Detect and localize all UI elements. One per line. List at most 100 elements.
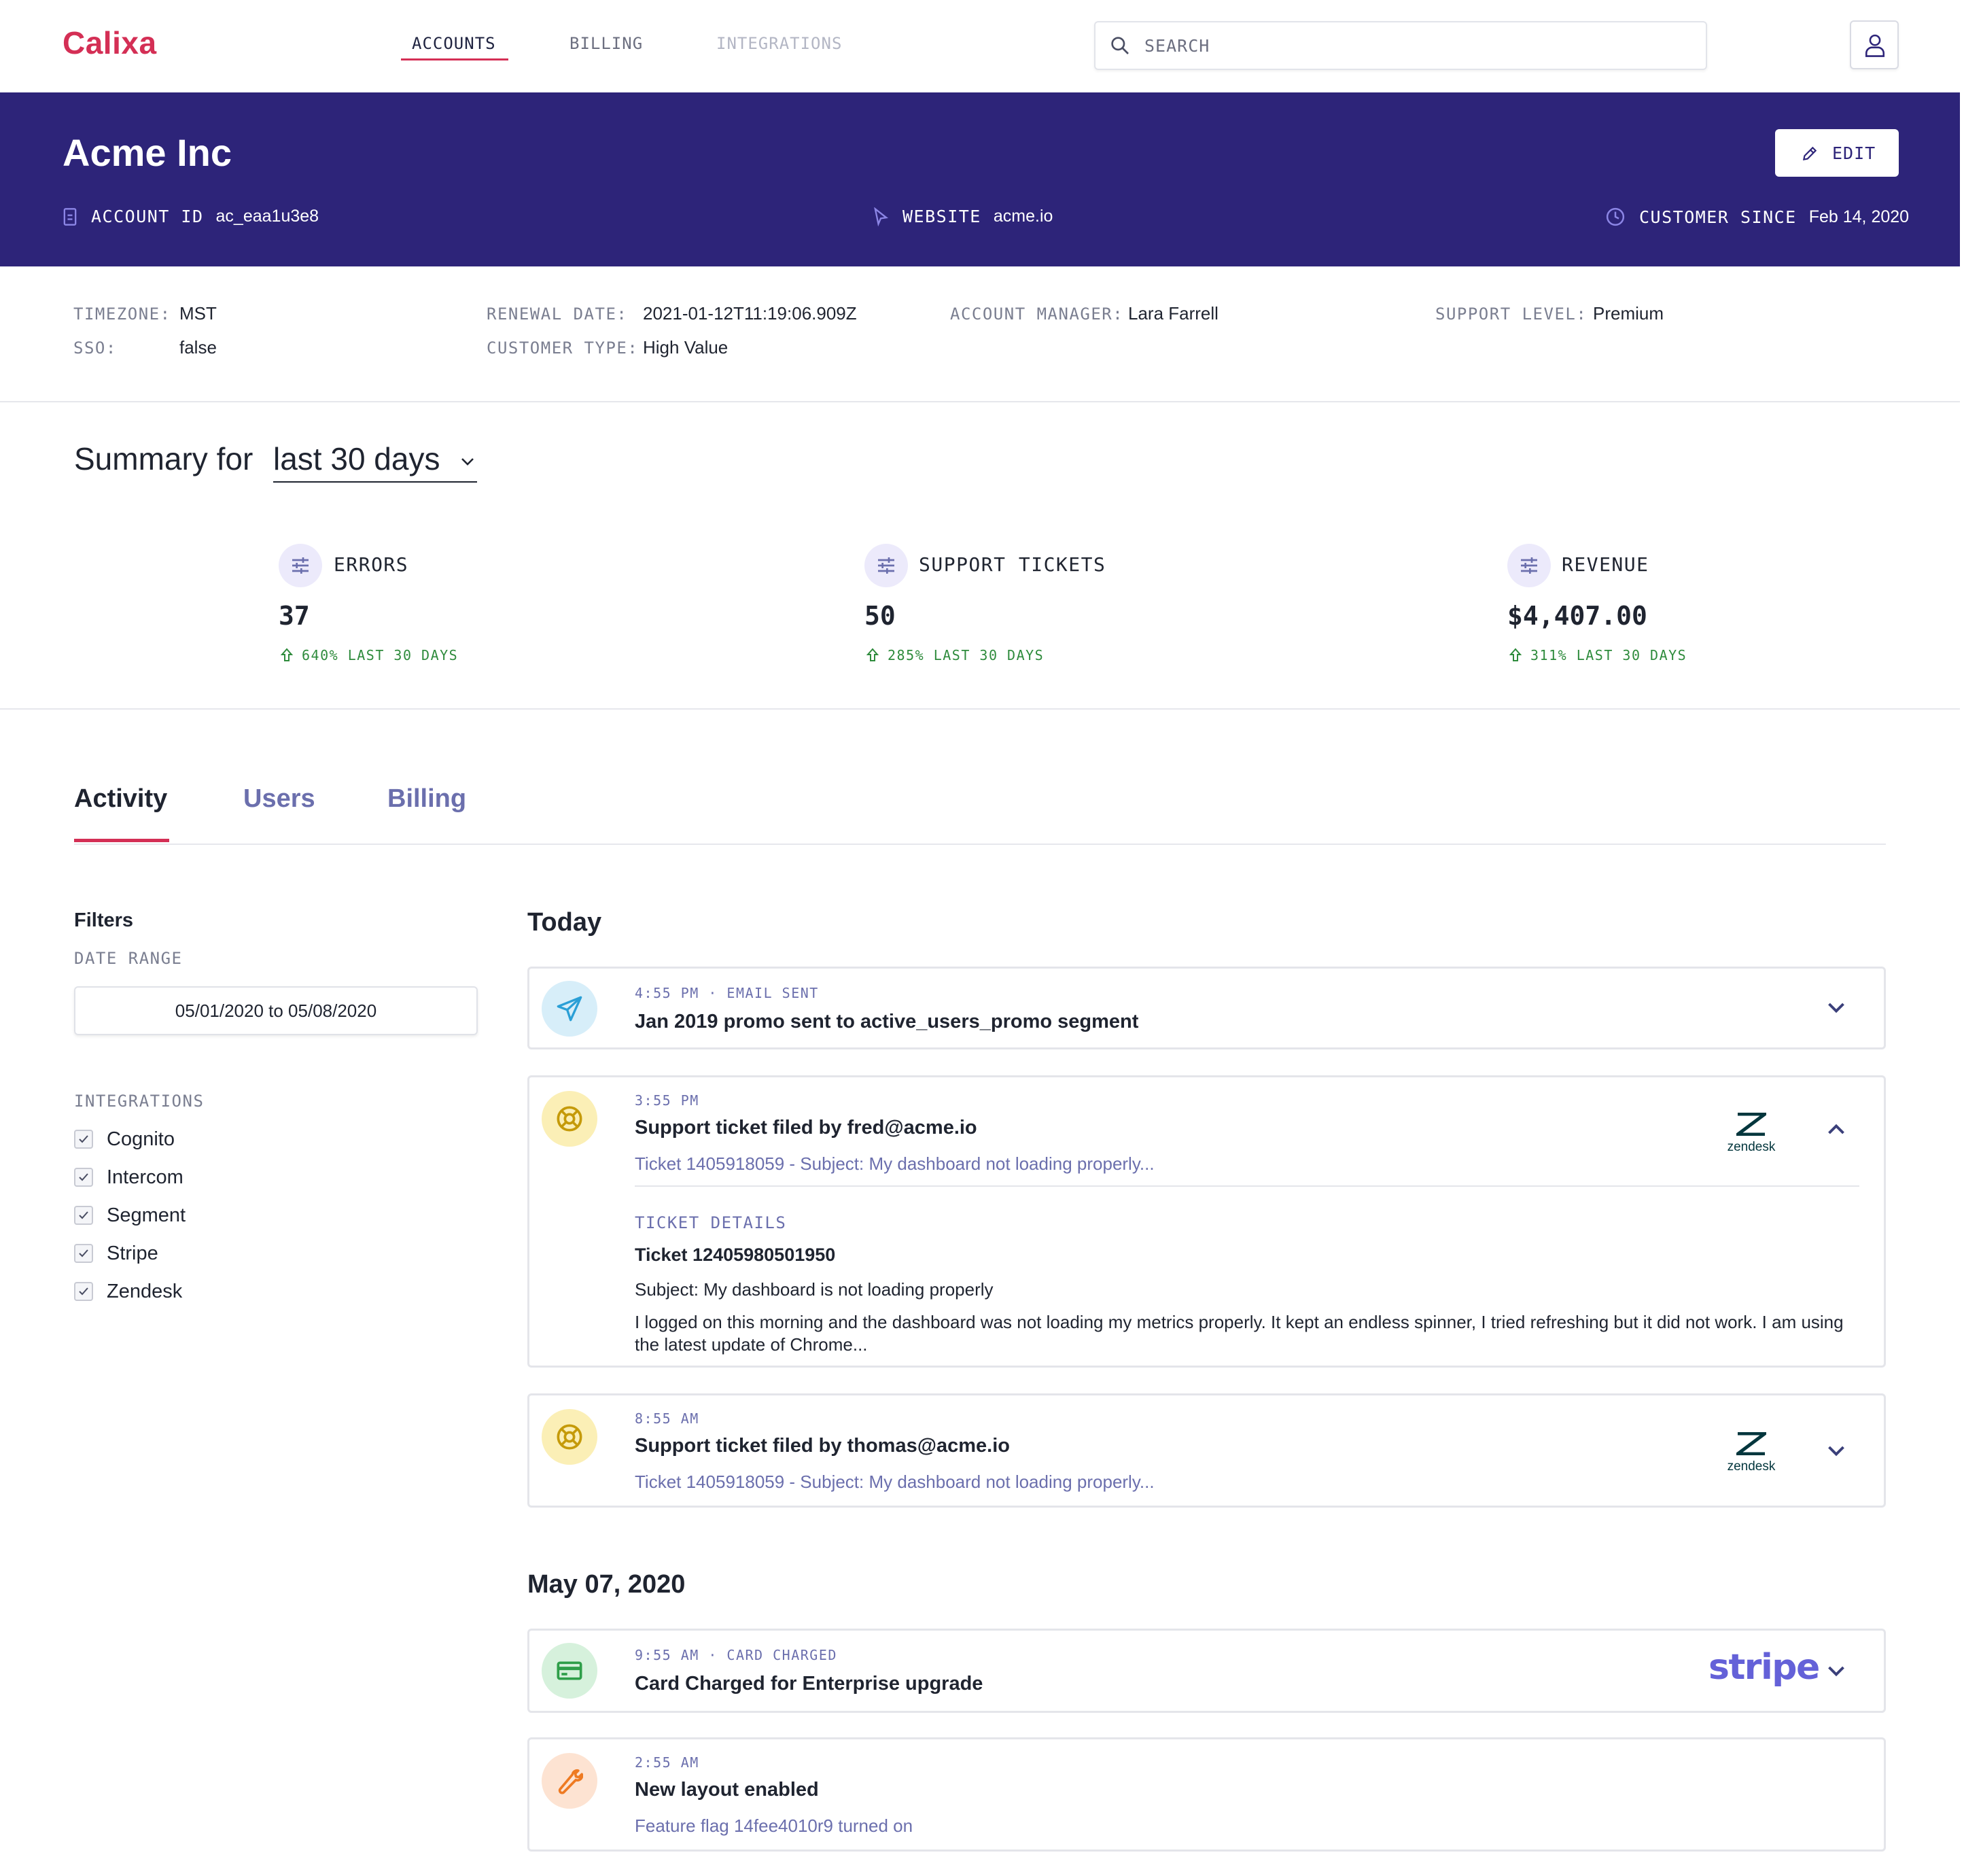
- sso-label: SSO:: [73, 338, 117, 358]
- edit-account-button[interactable]: EDIT: [1775, 129, 1899, 177]
- checkbox[interactable]: [74, 1168, 93, 1187]
- tab-users[interactable]: Users: [243, 784, 315, 814]
- activity-card-charge[interactable]: 9:55 AM · CARD CHARGED Card Charged for …: [527, 1629, 1886, 1713]
- ticket-subject: Subject: My dashboard is not loading pro…: [635, 1279, 994, 1300]
- tab-active-indicator: [74, 839, 169, 842]
- tabs-divider: [74, 844, 1886, 845]
- filter-integration-cognito[interactable]: Cognito: [74, 1126, 175, 1153]
- activity-subtitle[interactable]: Ticket 1405918059 - Subject: My dashboar…: [635, 1153, 1155, 1175]
- account-manager-label: ACCOUNT MANAGER:: [950, 305, 1124, 324]
- errors-stat-value: 37: [279, 601, 310, 631]
- user-profile-button[interactable]: [1850, 20, 1899, 69]
- filter-integration-zendesk[interactable]: Zendesk: [74, 1278, 182, 1305]
- date-range-input[interactable]: 05/01/2020 to 05/08/2020: [74, 986, 478, 1035]
- customer-since: CUSTOMER SINCE Feb 14, 2020: [1605, 207, 1909, 227]
- search-box[interactable]: [1094, 21, 1707, 70]
- support-event-icon: [542, 1091, 597, 1147]
- id-badge-icon: [63, 207, 77, 226]
- nav-tab-integrations[interactable]: INTEGRATIONS: [716, 34, 842, 53]
- summary-range-value: last 30 days: [273, 441, 440, 476]
- activity-subtitle[interactable]: Ticket 1405918059 - Subject: My dashboar…: [635, 1472, 1155, 1493]
- activity-meta: 3:55 PM: [635, 1092, 699, 1109]
- website-link[interactable]: acme.io: [994, 207, 1053, 226]
- top-navigation: Calixa ACCOUNTS BILLING INTEGRATIONS: [0, 0, 1960, 92]
- support-level-value: Premium: [1593, 303, 1664, 324]
- revenue-stat-value: $4,407.00: [1507, 601, 1647, 631]
- checkbox[interactable]: [74, 1206, 93, 1225]
- support-tickets-stat-icon: [864, 544, 908, 587]
- errors-stat-delta-text: 640% LAST 30 DAYS: [302, 647, 459, 663]
- activity-card-feature-flag[interactable]: 2:55 AM New layout enabled Feature flag …: [527, 1737, 1886, 1852]
- checkmark-icon: [79, 1135, 88, 1143]
- edit-button-label: EDIT: [1832, 143, 1876, 163]
- integration-label: Zendesk: [107, 1280, 183, 1302]
- checkbox[interactable]: [74, 1130, 93, 1149]
- chevron-up-icon[interactable]: [1824, 1117, 1848, 1141]
- sliders-icon: [292, 557, 309, 574]
- arrow-up-icon: [280, 648, 294, 661]
- sliders-icon: [1521, 557, 1537, 574]
- checkbox[interactable]: [74, 1282, 93, 1301]
- account-details: TIMEZONE: MST SSO: false RENEWAL DATE: 2…: [0, 266, 1960, 402]
- chevron-down-icon: [461, 458, 474, 466]
- activity-card-ticket-expanded[interactable]: 3:55 PM Support ticket filed by fred@acm…: [527, 1075, 1886, 1368]
- integration-label: Intercom: [107, 1166, 183, 1188]
- nav-tab-active-indicator: [401, 58, 508, 60]
- support-tickets-stat-delta: 285% LAST 30 DAYS: [866, 647, 1044, 663]
- support-tickets-stat-delta-text: 285% LAST 30 DAYS: [888, 647, 1045, 663]
- charge-event-icon: [542, 1643, 597, 1699]
- customer-type-label: CUSTOMER TYPE:: [487, 338, 639, 358]
- renewal-date-label: RENEWAL DATE:: [487, 305, 628, 324]
- search-input[interactable]: [1144, 22, 1688, 69]
- card-divider: [635, 1185, 1859, 1187]
- clock-icon: [1606, 207, 1625, 226]
- filter-integration-segment[interactable]: Segment: [74, 1202, 186, 1229]
- lifebuoy-icon: [557, 1106, 582, 1132]
- checkmark-icon: [79, 1287, 88, 1296]
- errors-stat-label: ERRORS: [334, 553, 409, 576]
- account-name: Acme Inc: [63, 131, 232, 174]
- email-event-icon: [542, 981, 597, 1037]
- tab-activity[interactable]: Activity: [74, 784, 167, 814]
- sso-value: false: [179, 337, 217, 358]
- chevron-down-icon[interactable]: [1824, 996, 1848, 1020]
- timezone-value: MST: [179, 303, 217, 324]
- support-tickets-stat-value: 50: [864, 601, 896, 631]
- errors-stat-icon: [279, 544, 322, 587]
- account-id-label: ACCOUNT ID: [91, 207, 204, 226]
- checkbox[interactable]: [74, 1244, 93, 1263]
- summary-range-dropdown[interactable]: last 30 days: [273, 440, 477, 483]
- nav-tab-accounts[interactable]: ACCOUNTS: [412, 34, 496, 53]
- checkmark-icon: [79, 1173, 88, 1181]
- renewal-date-value: 2021-01-12T11:19:06.909Z: [643, 303, 857, 324]
- chevron-down-icon[interactable]: [1824, 1439, 1848, 1463]
- zendesk-logo: zendesk: [1724, 1113, 1778, 1156]
- lifebuoy-icon: [557, 1424, 582, 1450]
- nav-tab-billing[interactable]: BILLING: [569, 34, 643, 53]
- calixa-logo[interactable]: Calixa: [63, 24, 157, 61]
- tab-billing[interactable]: Billing: [387, 784, 466, 814]
- integrations-filter-label: INTEGRATIONS: [74, 1092, 205, 1111]
- customer-type-value: High Value: [643, 337, 729, 358]
- filter-integration-intercom[interactable]: Intercom: [74, 1164, 183, 1191]
- activity-card-ticket[interactable]: 8:55 AM Support ticket filed by thomas@a…: [527, 1393, 1886, 1508]
- activity-subtitle[interactable]: Feature flag 14fee4010r9 turned on: [635, 1816, 913, 1837]
- revenue-stat-icon: [1507, 544, 1551, 587]
- chevron-down-icon[interactable]: [1824, 1659, 1848, 1684]
- integration-label: Stripe: [107, 1242, 158, 1264]
- activity-card-email[interactable]: 4:55 PM · EMAIL SENT Jan 2019 promo sent…: [527, 967, 1886, 1049]
- user-icon: [1865, 34, 1885, 57]
- filter-integration-stripe[interactable]: Stripe: [74, 1240, 158, 1267]
- paper-plane-icon: [557, 996, 582, 1022]
- stripe-logo: stripe: [1708, 1647, 1820, 1688]
- activity-title: Card Charged for Enterprise upgrade: [635, 1673, 983, 1695]
- zendesk-mark-icon: [1736, 1113, 1766, 1136]
- activity-meta: 8:55 AM: [635, 1410, 699, 1427]
- activity-meta: 4:55 PM · EMAIL SENT: [635, 985, 819, 1001]
- search-icon: [1111, 37, 1129, 54]
- account-id: ACCOUNT ID ac_eaa1u3e8: [63, 207, 319, 226]
- checkmark-icon: [79, 1211, 88, 1219]
- arrow-up-icon: [866, 648, 879, 661]
- activity-meta: 2:55 AM: [635, 1754, 699, 1771]
- ticket-id: Ticket 12405980501950: [635, 1245, 836, 1265]
